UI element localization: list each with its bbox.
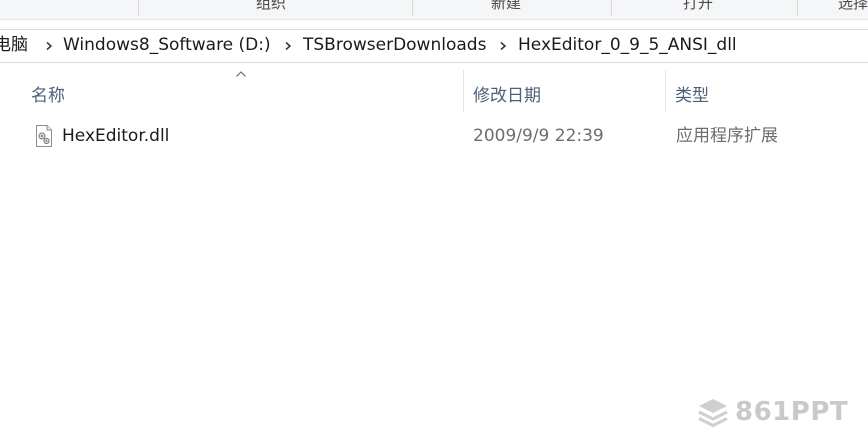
chevron-right-icon[interactable] xyxy=(44,41,54,51)
breadcrumb-downloads-folder[interactable]: TSBrowserDownloads xyxy=(303,30,486,62)
column-header-date-label: 修改日期 xyxy=(473,86,541,106)
file-name[interactable]: HexEditor.dll xyxy=(62,124,169,148)
file-date-modified: 2009/9/9 22:39 xyxy=(473,126,604,146)
file-row[interactable]: HexEditor.dll 2009/9/9 22:39 应用程序扩展 xyxy=(28,120,848,152)
watermark-logo: 861PPT xyxy=(697,396,862,430)
breadcrumb-drive[interactable]: Windows8_Software (D:) xyxy=(63,30,271,62)
column-header-type-label: 类型 xyxy=(675,86,709,106)
ribbon-separator xyxy=(797,0,798,16)
ribbon-separator xyxy=(611,0,612,16)
column-header-name[interactable]: 名称 xyxy=(14,70,462,112)
column-header-name-label: 名称 xyxy=(31,86,65,106)
column-header-type[interactable]: 类型 xyxy=(666,70,868,112)
dll-file-icon xyxy=(36,125,52,147)
breadcrumb-this-pc[interactable]: 电脑 xyxy=(0,30,28,62)
chevron-right-icon[interactable] xyxy=(498,41,508,51)
ribbon-separator xyxy=(412,0,413,16)
column-header-date-modified[interactable]: 修改日期 xyxy=(464,70,665,112)
file-type: 应用程序扩展 xyxy=(676,126,778,146)
ribbon-group-open: 打开 xyxy=(683,0,714,12)
ribbon-group-select: 选择 xyxy=(838,0,868,12)
ribbon-group-organize: 组织 xyxy=(256,0,287,12)
address-bar[interactable]: 电脑 Windows8_Software (D:) TSBrowserDownl… xyxy=(0,29,868,63)
ribbon-separator xyxy=(138,0,139,16)
breadcrumb-current-folder[interactable]: HexEditor_0_9_5_ANSI_dll xyxy=(518,30,737,62)
stacked-layers-icon xyxy=(698,399,728,427)
ribbon-group-labels: 组织 新建 打开 选择 xyxy=(0,0,868,20)
watermark-text: 861PPT xyxy=(735,397,849,427)
ribbon-group-new: 新建 xyxy=(491,0,522,12)
chevron-right-icon[interactable] xyxy=(283,41,293,51)
